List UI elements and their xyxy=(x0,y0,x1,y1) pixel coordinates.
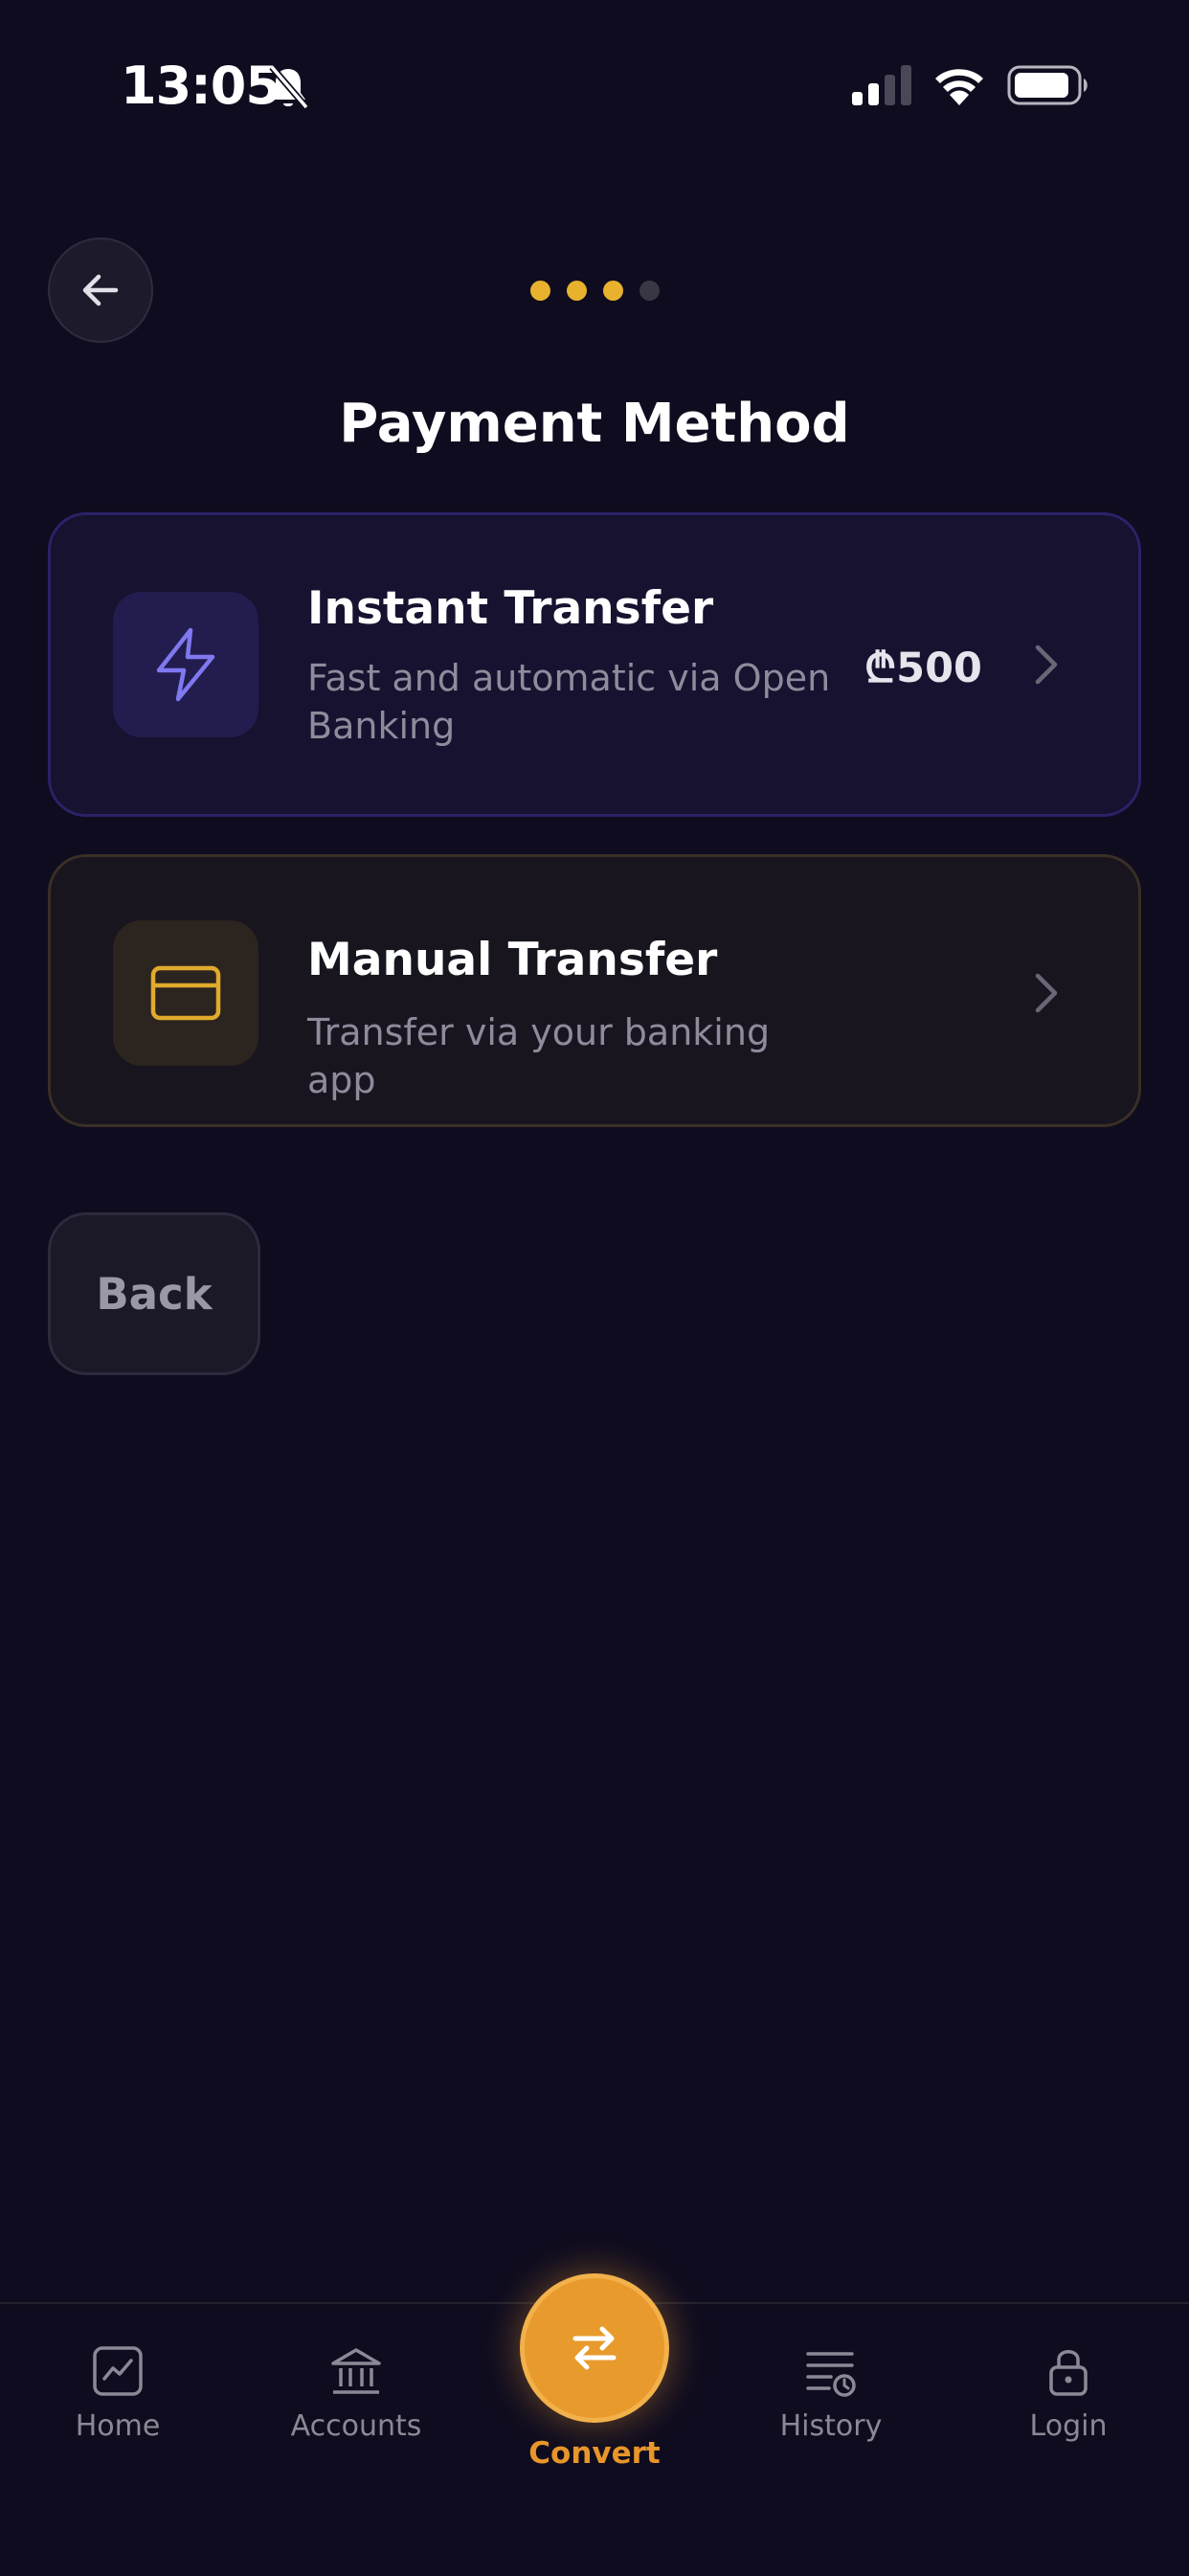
progress-dot xyxy=(530,281,550,301)
lock-icon xyxy=(1049,2350,1088,2396)
bank-icon xyxy=(331,2348,381,2394)
history-list-icon xyxy=(806,2352,856,2397)
tab-label: History xyxy=(779,2409,883,2443)
page-title: Payment Method xyxy=(339,393,850,455)
arrow-left-icon xyxy=(82,274,119,306)
back-button[interactable]: Back xyxy=(48,1212,260,1375)
tab-accounts[interactable]: Accounts xyxy=(260,2342,452,2443)
tab-label: Login xyxy=(1029,2409,1108,2443)
manual-transfer-icon-box xyxy=(113,920,258,1066)
battery-icon xyxy=(1007,65,1088,105)
bell-muted-icon xyxy=(269,64,309,110)
option-amount: ₾500 xyxy=(864,644,982,692)
chevron-right-icon xyxy=(1035,644,1058,685)
option-description: Fast and automatic via Open Banking xyxy=(307,657,831,747)
back-arrow-button[interactable] xyxy=(48,237,153,343)
progress-dot xyxy=(639,281,660,301)
tab-home[interactable]: Home xyxy=(22,2342,213,2443)
chevron-right-icon xyxy=(1035,973,1058,1013)
tab-login[interactable]: Login xyxy=(973,2342,1164,2443)
progress-dot xyxy=(603,281,623,301)
cellular-signal-icon xyxy=(852,65,911,105)
lightning-icon xyxy=(156,627,215,702)
tab-label: Accounts xyxy=(290,2409,422,2443)
progress-dot xyxy=(567,281,587,301)
tab-label: Convert xyxy=(528,2436,661,2471)
status-bar: 13:05 xyxy=(0,0,1189,144)
credit-card-icon xyxy=(150,965,221,1021)
step-progress-indicator xyxy=(530,281,660,302)
instant-transfer-icon-box xyxy=(113,592,258,737)
option-description: Transfer via your banking app xyxy=(307,1011,771,1101)
tab-history[interactable]: History xyxy=(735,2342,927,2443)
chart-icon xyxy=(93,2346,143,2396)
tab-label: Home xyxy=(75,2409,161,2443)
wifi-icon xyxy=(935,69,983,105)
status-time: 13:05 xyxy=(121,56,281,116)
option-title: Instant Transfer xyxy=(307,582,714,635)
tab-convert[interactable]: Convert xyxy=(499,2273,690,2471)
convert-button[interactable] xyxy=(520,2273,669,2423)
instant-transfer-option[interactable]: Instant Transfer Fast and automatic via … xyxy=(48,512,1141,817)
swap-arrows-icon xyxy=(572,2326,617,2370)
option-title: Manual Transfer xyxy=(307,934,718,986)
manual-transfer-option[interactable]: Manual Transfer Transfer via your bankin… xyxy=(48,854,1141,1127)
